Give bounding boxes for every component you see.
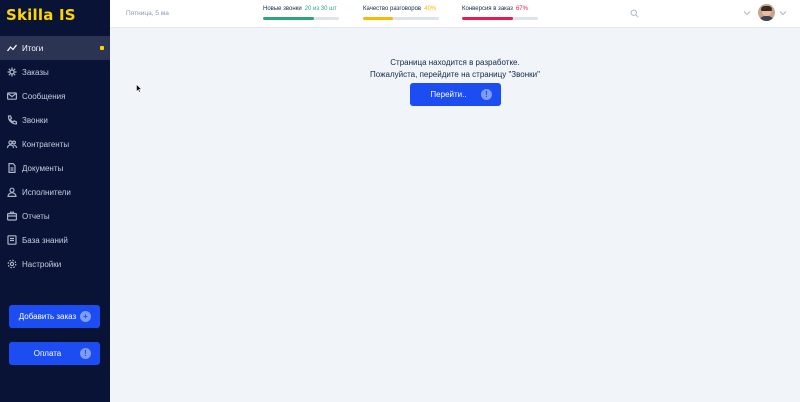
sidebar-item-zakazy[interactable]: Заказы bbox=[0, 60, 110, 84]
sidebar-item-zvonki[interactable]: Звонки bbox=[0, 108, 110, 132]
sidebar-item-kontragenty[interactable]: Контрагенты bbox=[0, 132, 110, 156]
sidebar-item-nastroyki[interactable]: Настройки bbox=[0, 252, 110, 276]
chevron-down-icon[interactable] bbox=[743, 10, 751, 16]
stat-new-calls: Новые звонки 20 из 30 шт bbox=[263, 6, 339, 20]
stat-progress-track bbox=[462, 17, 538, 20]
sidebar-item-ispolniteli[interactable]: Исполнители bbox=[0, 180, 110, 204]
add-order-button[interactable]: Добавить заказ + bbox=[9, 305, 100, 328]
avatar[interactable] bbox=[758, 4, 775, 21]
sidebar-item-label: Отчеты bbox=[22, 211, 50, 221]
sidebar-item-label: Исполнители bbox=[22, 187, 71, 197]
sidebar-item-label: Контрагенты bbox=[22, 139, 70, 149]
users-icon bbox=[6, 139, 17, 150]
sidebar-item-itogi[interactable]: Итоги bbox=[0, 36, 110, 60]
stat-progress-track bbox=[263, 17, 339, 20]
sidebar-item-label: Документы bbox=[22, 163, 64, 173]
cog-box-icon bbox=[6, 67, 17, 78]
payment-button[interactable]: Оплата ! bbox=[9, 342, 100, 365]
phone-icon bbox=[6, 115, 17, 126]
mouse-cursor-icon bbox=[136, 84, 142, 93]
dev-message-line1: Страница находится в разработке. bbox=[390, 58, 520, 67]
stat-value: 20 из 30 шт bbox=[304, 6, 337, 12]
sidebar-item-label: Итоги bbox=[22, 43, 44, 53]
top-header: Пятница, 5 ма Новые звонки 20 из 30 шт Ка… bbox=[110, 0, 800, 28]
sidebar-nav: Итоги Заказы Сообщения Звонки Контрагент… bbox=[0, 36, 110, 276]
profile-chevron-down-icon[interactable] bbox=[779, 10, 787, 16]
stat-label: Новые звонки bbox=[263, 6, 302, 12]
briefcase-icon bbox=[6, 211, 17, 222]
person-icon bbox=[6, 187, 17, 198]
sidebar: Skilla IS Итоги Заказы Сообщения Звонки … bbox=[0, 0, 110, 402]
stat-call-quality: Качество разговоров 40% bbox=[363, 6, 439, 20]
book-icon bbox=[6, 235, 17, 246]
alert-icon: ! bbox=[481, 89, 492, 100]
stat-progress-fill bbox=[462, 17, 513, 20]
go-to-calls-button[interactable]: Перейти.. ! bbox=[410, 83, 501, 106]
sidebar-item-soobshcheniya[interactable]: Сообщения bbox=[0, 84, 110, 108]
stat-label: Конверсия в заказ bbox=[462, 6, 513, 12]
sidebar-item-otchety[interactable]: Отчеты bbox=[0, 204, 110, 228]
sidebar-item-label: Настройки bbox=[22, 259, 62, 269]
chart-line-icon bbox=[6, 43, 17, 54]
search-icon[interactable] bbox=[630, 9, 639, 18]
app-logo: Skilla IS bbox=[6, 6, 76, 24]
active-indicator-dot bbox=[100, 46, 104, 50]
stat-progress-fill bbox=[363, 17, 394, 20]
sidebar-item-label: Сообщения bbox=[22, 91, 66, 101]
current-date: Пятница, 5 ма bbox=[126, 10, 169, 17]
sidebar-item-label: Звонки bbox=[22, 115, 48, 125]
go-label: Перейти.. bbox=[430, 90, 467, 99]
dev-message-line2: Пожалуйста, перейдите на страницу "Звонк… bbox=[370, 70, 540, 79]
add-order-label: Добавить заказ bbox=[18, 312, 77, 321]
stat-value: 67% bbox=[515, 6, 528, 12]
sidebar-item-label: Заказы bbox=[22, 67, 49, 77]
stat-label: Качество разговоров bbox=[363, 6, 422, 12]
sidebar-item-baza-znaniy[interactable]: База знаний bbox=[0, 228, 110, 252]
stat-progress-track bbox=[363, 17, 439, 20]
document-icon bbox=[6, 163, 17, 174]
sidebar-item-label: База знаний bbox=[22, 235, 68, 245]
sidebar-item-dokumenty[interactable]: Документы bbox=[0, 156, 110, 180]
stat-progress-fill bbox=[263, 17, 314, 20]
plus-icon: + bbox=[80, 311, 91, 322]
mail-icon bbox=[6, 91, 17, 102]
stat-conversion: Конверсия в заказ 67% bbox=[462, 6, 538, 20]
stat-value: 40% bbox=[424, 6, 437, 12]
payment-label: Оплата bbox=[33, 349, 62, 358]
gear-icon bbox=[6, 259, 17, 270]
alert-icon: ! bbox=[80, 348, 91, 359]
